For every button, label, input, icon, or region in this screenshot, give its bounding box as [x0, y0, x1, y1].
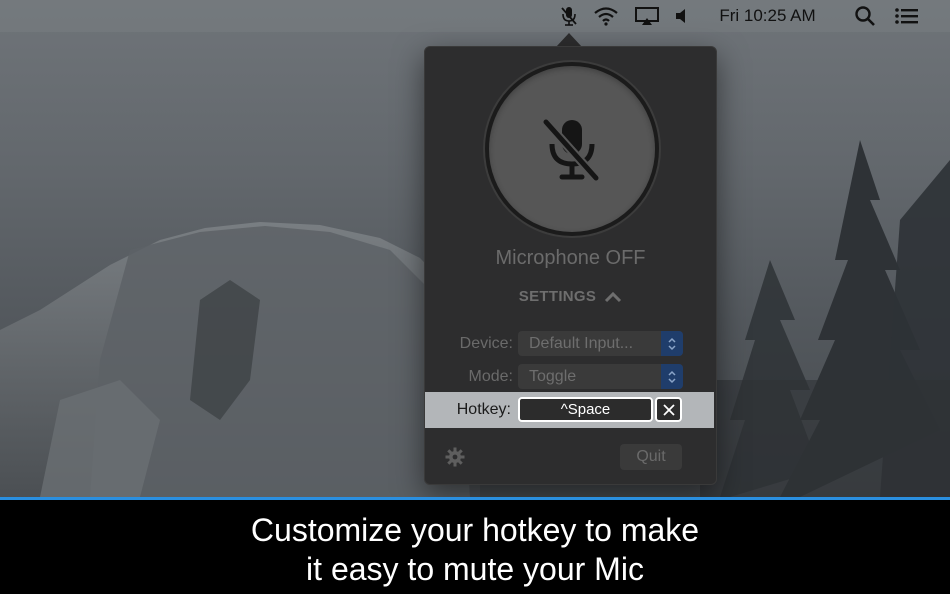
menu-bar-clock[interactable]: Fri 10:25 AM: [710, 0, 825, 32]
volume-icon[interactable]: [671, 0, 693, 32]
device-value: Default Input...: [529, 335, 634, 352]
mode-select[interactable]: Toggle: [518, 364, 683, 389]
gear-icon[interactable]: [445, 447, 465, 467]
airplay-icon[interactable]: [633, 0, 661, 32]
hotkey-row: Hotkey: ^Space: [425, 392, 714, 428]
caption-bar: Customize your hotkey to make it easy to…: [0, 497, 950, 594]
hotkey-recorder-field[interactable]: ^Space: [518, 397, 653, 422]
close-icon: [662, 403, 675, 416]
mic-popover: Microphone OFF SETTINGS Device: Default …: [424, 46, 717, 485]
clear-hotkey-button[interactable]: [655, 397, 682, 422]
wifi-icon[interactable]: [591, 0, 621, 32]
caption-line-1: Customize your hotkey to make: [250, 512, 700, 548]
spotlight-search-icon[interactable]: [852, 0, 878, 32]
hotkey-label: Hotkey:: [456, 401, 511, 418]
up-down-chevron-icon: [668, 337, 676, 350]
chevron-up-icon: [605, 291, 622, 302]
device-select[interactable]: Default Input...: [518, 331, 683, 356]
microphone-muted-icon[interactable]: [556, 0, 582, 32]
mode-row: Mode: Toggle: [425, 360, 716, 394]
mic-toggle-button[interactable]: [485, 62, 659, 236]
popover-arrow: [556, 33, 582, 47]
settings-label: SETTINGS: [518, 288, 597, 305]
quit-button[interactable]: Quit: [620, 444, 682, 470]
device-row: Device: Default Input...: [425, 327, 716, 361]
device-stepper[interactable]: [661, 331, 683, 356]
mode-stepper[interactable]: [661, 364, 683, 389]
mode-value: Toggle: [529, 368, 577, 385]
settings-toggle[interactable]: SETTINGS: [425, 288, 716, 305]
mic-status-text: Microphone OFF: [495, 247, 646, 269]
mode-label: Mode:: [468, 368, 513, 385]
caption-line-2: it easy to mute your Mic: [306, 551, 644, 587]
notification-center-icon[interactable]: [892, 0, 922, 32]
menu-bar: Fri 10:25 AM: [0, 0, 950, 32]
microphone-muted-icon: [542, 119, 600, 181]
device-label: Device:: [459, 335, 513, 352]
up-down-chevron-icon: [668, 370, 676, 383]
